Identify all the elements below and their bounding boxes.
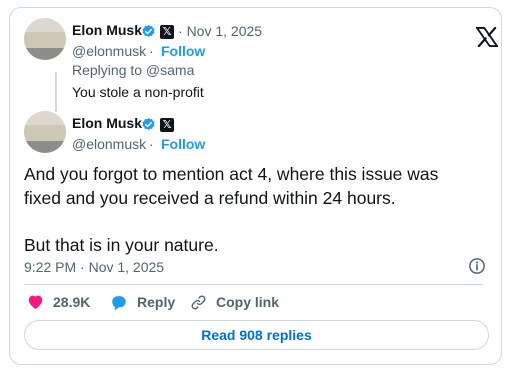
quoted-date: · Nov 1, 2025 <box>178 23 263 39</box>
reply-label: Reply <box>137 294 176 310</box>
author-name[interactable]: Elon Musk <box>72 22 142 38</box>
copy-link-label: Copy link <box>216 294 280 310</box>
tweet-text-paragraph: And you forgot to mention act 4, where t… <box>24 164 439 208</box>
handle[interactable]: @elonmusk <box>72 136 146 152</box>
tweet-timestamp[interactable]: 9:22 PM · Nov 1, 2025 <box>24 259 164 275</box>
tweet-text: And you forgot to mention act 4, where t… <box>24 163 479 257</box>
handle[interactable]: @elonmusk <box>72 43 146 59</box>
read-replies-button[interactable]: Read 908 replies <box>24 320 489 350</box>
link-icon <box>191 295 206 309</box>
reply-button[interactable]: Reply <box>110 291 175 313</box>
replying-to-label[interactable]: Replying to @sama <box>72 62 194 78</box>
avatar[interactable] <box>24 18 66 60</box>
thread-line <box>55 72 57 112</box>
affiliate-x-icon: 𝕏 <box>160 118 174 132</box>
author-name[interactable]: Elon Musk <box>72 115 142 131</box>
copy-link-button[interactable]: Copy link <box>190 291 279 313</box>
avatar[interactable] <box>24 111 66 153</box>
quoted-tweet-text: You stole a non-profit <box>72 84 204 100</box>
affiliate-x-icon: 𝕏 <box>160 25 174 39</box>
verified-badge-icon <box>142 117 155 130</box>
divider <box>24 284 483 285</box>
separator: · <box>149 136 154 152</box>
tweet-text-paragraph: But that is in your nature. <box>24 234 219 255</box>
info-icon[interactable] <box>468 257 486 275</box>
follow-button[interactable]: Follow <box>161 136 205 152</box>
like-button[interactable]: 28.9K <box>27 291 90 313</box>
heart-icon <box>28 295 43 310</box>
reply-bubble-icon <box>112 295 126 310</box>
verified-badge-icon <box>142 24 155 37</box>
follow-button[interactable]: Follow <box>161 43 205 59</box>
x-logo-icon[interactable] <box>476 27 498 47</box>
separator: · <box>149 43 154 59</box>
like-count: 28.9K <box>53 294 91 310</box>
